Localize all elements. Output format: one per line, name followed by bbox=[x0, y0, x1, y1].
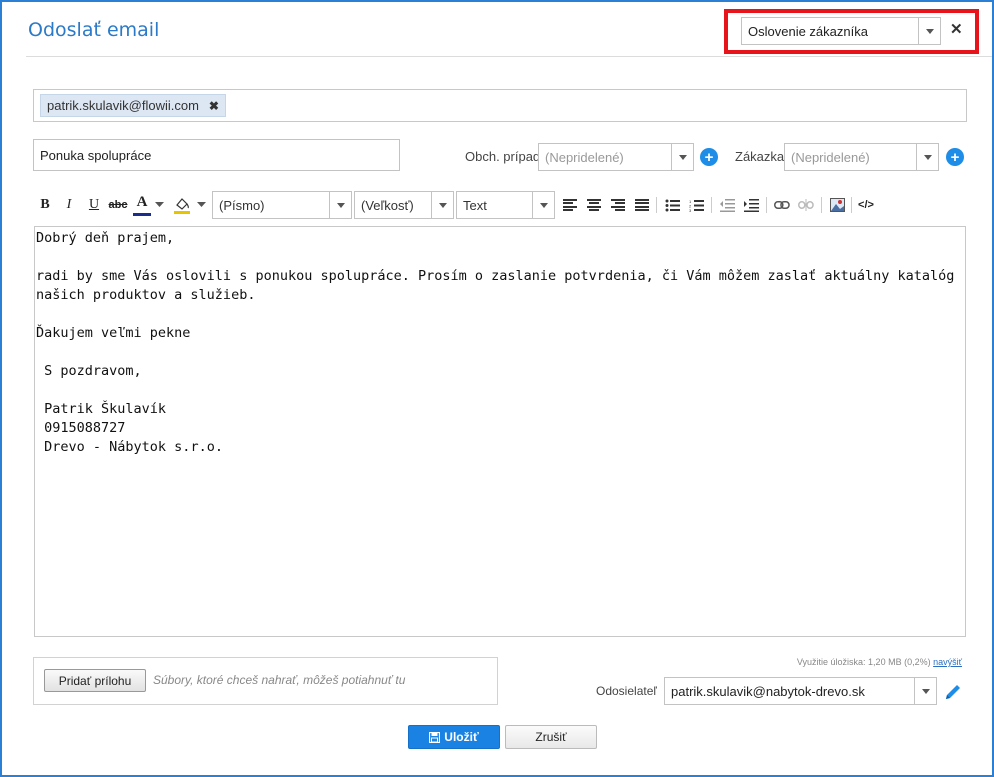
sender-select[interactable]: patrik.skulavik@nabytok-drevo.sk bbox=[664, 677, 937, 705]
outdent-icon[interactable] bbox=[718, 190, 736, 220]
recipients-field[interactable]: patrik.skulavik@flowii.com ✖ bbox=[33, 89, 967, 122]
add-business-case-icon[interactable]: + bbox=[700, 148, 718, 166]
body-line: Dobrý deň prajem, bbox=[36, 230, 175, 246]
html-source-icon[interactable]: </> bbox=[856, 190, 876, 220]
format-select[interactable]: Text bbox=[456, 191, 555, 219]
email-dialog: Odoslať email Oslovenie zákazníka ✕ patr… bbox=[0, 0, 994, 777]
attachment-dropzone[interactable]: Pridať prílohu Súbory, ktoré chceš nahra… bbox=[33, 657, 498, 705]
business-case-select[interactable]: (Nepridelené) bbox=[538, 143, 694, 171]
email-body-editor[interactable]: Dobrý deň prajem, radi by sme Vás oslovi… bbox=[34, 226, 966, 637]
bold-button[interactable]: B bbox=[36, 190, 54, 220]
align-center-icon[interactable] bbox=[587, 199, 601, 211]
template-select[interactable]: Oslovenie zákazníka bbox=[741, 17, 941, 45]
italic-button[interactable]: I bbox=[60, 190, 78, 220]
indent-icon[interactable] bbox=[742, 190, 760, 220]
toolbar-divider bbox=[711, 197, 712, 213]
highlight-color-icon[interactable] bbox=[171, 190, 193, 220]
floppy-disk-icon bbox=[429, 731, 441, 743]
storage-usage: Využitie úložiska: 1,20 MB (0,2%) navýši… bbox=[797, 657, 962, 667]
chevron-down-icon[interactable] bbox=[916, 144, 938, 170]
align-left-icon[interactable] bbox=[563, 199, 577, 211]
save-button-label: Uložiť bbox=[444, 730, 479, 744]
body-line: S pozdravom, bbox=[36, 363, 142, 379]
unlink-icon[interactable] bbox=[796, 190, 816, 220]
edit-sender-icon[interactable] bbox=[943, 682, 963, 702]
close-icon[interactable]: ✕ bbox=[950, 20, 963, 38]
recipient-email: patrik.skulavik@flowii.com bbox=[47, 98, 199, 113]
save-button[interactable]: Uložiť bbox=[408, 725, 500, 749]
toolbar-divider bbox=[766, 197, 767, 213]
storage-increase-link[interactable]: navýšiť bbox=[933, 657, 962, 667]
chevron-down-icon[interactable] bbox=[532, 192, 554, 218]
body-line: radi by sme Vás oslovili s ponukou spolu… bbox=[36, 268, 963, 303]
order-select[interactable]: (Nepridelené) bbox=[784, 143, 939, 171]
underline-button[interactable]: U bbox=[85, 190, 103, 220]
insert-image-icon[interactable] bbox=[828, 190, 846, 220]
editor-toolbar: B I U abc A (Písmo) (Veľkosť) Text 1 2 3… bbox=[34, 190, 966, 220]
body-line: Patrik Škulavík bbox=[36, 401, 167, 417]
link-icon[interactable] bbox=[772, 190, 792, 220]
sender-value: patrik.skulavik@nabytok-drevo.sk bbox=[671, 683, 865, 699]
font-family-select[interactable]: (Písmo) bbox=[212, 191, 352, 219]
dialog-title: Odoslať email bbox=[28, 19, 160, 41]
business-case-value: (Nepridelené) bbox=[545, 149, 624, 165]
storage-usage-text: Využitie úložiska: 1,20 MB (0,2%) bbox=[796, 657, 931, 667]
chevron-down-icon[interactable] bbox=[918, 18, 940, 44]
align-justify-icon[interactable] bbox=[635, 199, 649, 211]
business-case-label: Obch. prípad bbox=[465, 149, 541, 164]
strikethrough-button[interactable]: abc bbox=[107, 190, 129, 220]
dropzone-hint: Súbory, ktoré chceš nahrať, môžeš potiah… bbox=[153, 673, 406, 687]
add-attachment-button[interactable]: Pridať prílohu bbox=[44, 669, 146, 692]
chevron-down-icon[interactable] bbox=[671, 144, 693, 170]
order-label: Zákazka bbox=[735, 149, 785, 164]
align-right-icon[interactable] bbox=[611, 199, 625, 211]
format-value: Text bbox=[463, 197, 487, 213]
body-line: Drevo - Nábytok s.r.o. bbox=[36, 439, 223, 455]
toolbar-divider bbox=[821, 197, 822, 213]
recipient-chip: patrik.skulavik@flowii.com ✖ bbox=[40, 94, 226, 117]
remove-recipient-icon[interactable]: ✖ bbox=[209, 99, 219, 113]
body-line bbox=[36, 248, 965, 267]
body-line bbox=[36, 305, 965, 324]
chevron-down-icon[interactable] bbox=[329, 192, 351, 218]
subject-input[interactable]: Ponuka spolupráce bbox=[33, 139, 400, 171]
body-line: Ďakujem veľmi pekne bbox=[36, 325, 191, 341]
body-line: 0915088727 bbox=[36, 420, 126, 436]
body-line bbox=[36, 343, 965, 362]
font-color-button[interactable]: A bbox=[133, 192, 151, 216]
svg-text:3: 3 bbox=[689, 208, 692, 212]
add-order-icon[interactable]: + bbox=[946, 148, 964, 166]
font-family-value: (Písmo) bbox=[219, 197, 265, 213]
chevron-down-icon[interactable] bbox=[914, 678, 936, 704]
font-size-value: (Veľkosť) bbox=[361, 197, 414, 213]
cancel-button[interactable]: Zrušiť bbox=[505, 725, 597, 749]
numbered-list-icon[interactable]: 123 bbox=[687, 190, 705, 220]
body-line bbox=[36, 381, 965, 400]
toolbar-divider bbox=[851, 197, 852, 213]
sender-label: Odosielateľ bbox=[596, 684, 657, 698]
order-value: (Nepridelené) bbox=[791, 149, 870, 165]
template-select-value: Oslovenie zákazníka bbox=[748, 23, 868, 39]
font-color-dropdown-icon[interactable] bbox=[153, 190, 165, 220]
highlight-dropdown-icon[interactable] bbox=[195, 190, 207, 220]
chevron-down-icon[interactable] bbox=[431, 192, 453, 218]
header-divider bbox=[26, 56, 992, 57]
toolbar-divider bbox=[656, 197, 657, 213]
bullet-list-icon[interactable] bbox=[663, 190, 681, 220]
font-size-select[interactable]: (Veľkosť) bbox=[354, 191, 454, 219]
